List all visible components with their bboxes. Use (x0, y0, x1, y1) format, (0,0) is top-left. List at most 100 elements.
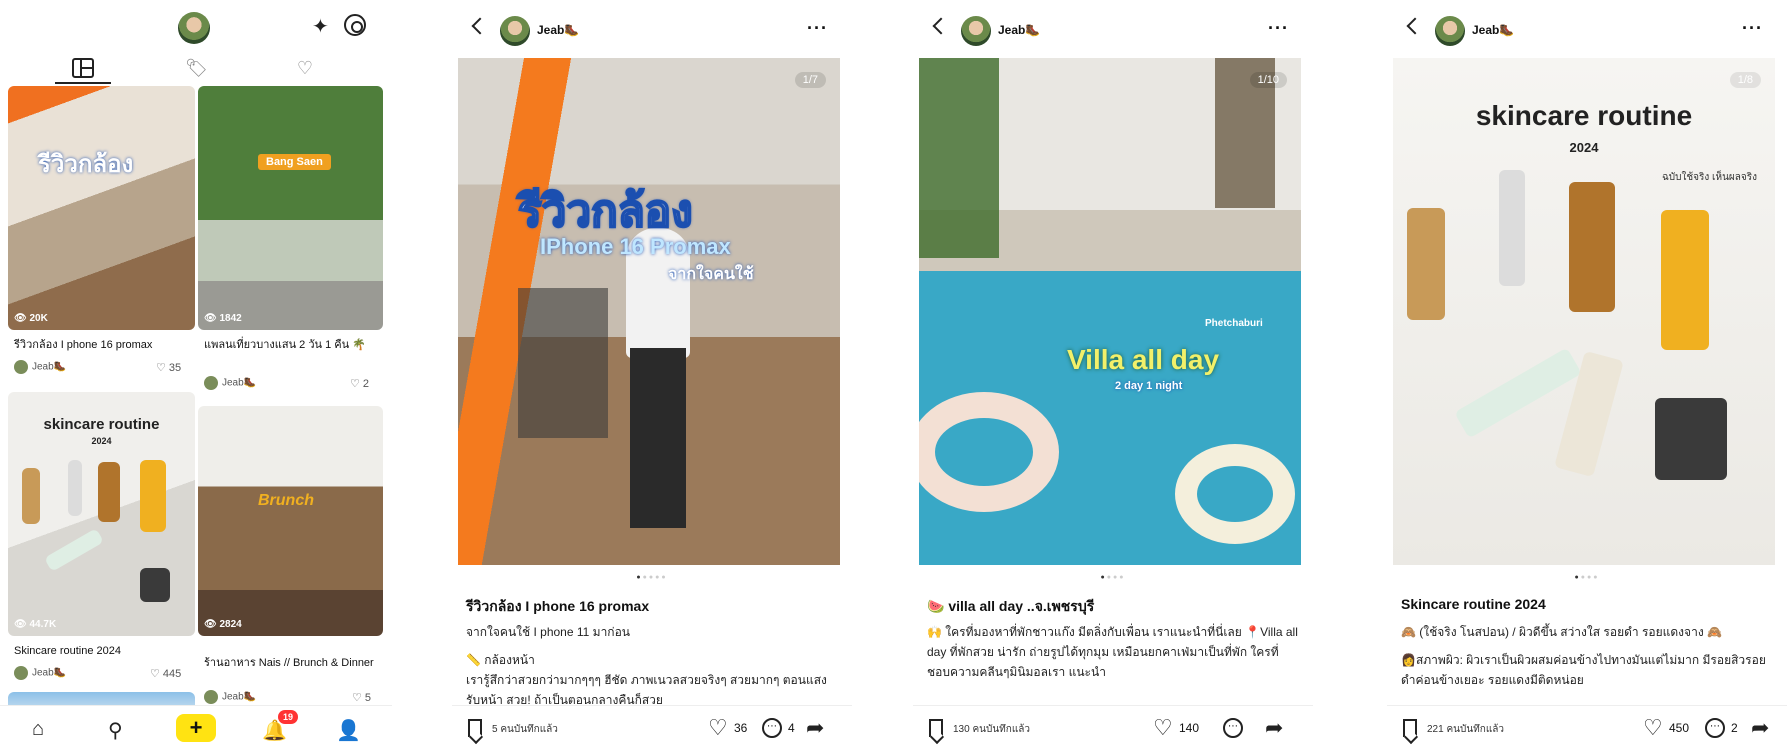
add-post-button[interactable]: + (176, 714, 216, 742)
card-likes[interactable]: ♡ 2 (350, 377, 369, 390)
post-card-image[interactable]: รีวิวกล้อง 👁 20K (8, 86, 195, 330)
card-author[interactable]: Jeab🥾 (204, 690, 256, 704)
more-options-icon[interactable]: ··· (1742, 18, 1763, 39)
bottom-nav: ⌂ ⚲ + 🔔 19 👤 (0, 705, 392, 751)
post-paragraph: 🙌 ใครที่มองหาที่พักชาวแก๊ง มีตลิ่งกับเพื… (927, 625, 1298, 679)
post-card-image[interactable]: skincare routine 2024 👁 44.7K (8, 392, 195, 636)
like-count: 450 (1669, 721, 1690, 735)
profile-icon[interactable]: 👤 (336, 718, 361, 743)
card-likes[interactable]: ♡ 445 (150, 667, 181, 680)
back-icon[interactable] (1406, 17, 1424, 35)
settings-icon[interactable] (344, 14, 366, 36)
bookmark-icon[interactable] (1403, 719, 1417, 737)
avatar[interactable] (500, 16, 530, 46)
product-image (1454, 347, 1582, 439)
bookmark-icon[interactable] (929, 719, 943, 737)
view-count: 👁 20K (14, 313, 48, 324)
search-icon[interactable]: ⚲ (108, 718, 123, 743)
product-image (140, 460, 166, 532)
product-image (44, 528, 104, 572)
carousel-dots: ●●●● (1100, 574, 1126, 581)
post-header: Jeab🥾 ··· (913, 0, 1313, 58)
avatar[interactable] (961, 16, 991, 46)
sparkle-icon[interactable]: ✦ (312, 14, 329, 39)
card-likes[interactable]: ♡ 35 (156, 361, 181, 374)
product-image (1569, 182, 1615, 312)
post-card-image[interactable]: Brunch 👁 2824 (198, 406, 383, 636)
camera-review-photo (458, 58, 840, 565)
post-username[interactable]: Jeab🥾 (537, 23, 579, 37)
post-card-image[interactable]: Bang Saen 👁 1842 (198, 86, 383, 330)
skincare-photo (1393, 58, 1775, 565)
avatar[interactable] (1435, 16, 1465, 46)
grid-icon[interactable] (72, 58, 94, 78)
heart-icon[interactable]: ♡ (708, 715, 728, 741)
post-username[interactable]: Jeab🥾 (1472, 23, 1514, 37)
avatar (204, 690, 218, 704)
share-icon[interactable]: ➦ (1751, 715, 1769, 741)
post-overlay-sub2: จากใจคนใช้ (668, 266, 754, 283)
share-icon[interactable]: ➦ (1265, 715, 1283, 741)
post-detail-screen: Jeab🥾 ··· รีวิวกล้อง IPhone 16 Promax จา… (452, 0, 852, 751)
back-icon[interactable] (932, 17, 950, 35)
card-title[interactable]: Skincare routine 2024 (14, 644, 184, 659)
more-options-icon[interactable]: ··· (807, 18, 828, 39)
comment-icon[interactable]: ⋯ (762, 718, 782, 738)
post-body: 🙌 ใครที่มองหาที่พักชาวแก๊ง มีตลิ่งกับเพื… (927, 622, 1299, 690)
avatar (204, 376, 218, 390)
post-title: Skincare routine 2024 (1401, 596, 1546, 612)
post-overlay-note: ฉบับใช้จริง เห็นผลจริง (1661, 172, 1757, 183)
post-detail-screen: Jeab🥾 ··· skincare routine 2024 ฉบับใช้จ… (1387, 0, 1787, 751)
save-count: 130 คนบันทึกแล้ว (953, 724, 1031, 735)
post-image[interactable]: Villa all day 2 day 1 night Phetchaburi … (919, 58, 1301, 565)
post-overlay-tag: Phetchaburi (1205, 318, 1263, 329)
post-overlay-sub: 2 day 1 night (1115, 380, 1183, 392)
post-paragraph: 👩สภาพผิว: ผิวเราเป็นผิวผสมค่อนข้างไปทางม… (1401, 653, 1766, 687)
bookmark-icon[interactable] (468, 719, 482, 737)
carousel-dots: ●●●●● (636, 574, 668, 581)
more-options-icon[interactable]: ··· (1268, 18, 1289, 39)
bookmark-icon[interactable]: 🏷 (185, 58, 208, 78)
heart-icon[interactable]: ♡ (1153, 715, 1173, 741)
active-tab-indicator (55, 82, 111, 84)
clothes-rack (518, 288, 608, 438)
save-count: 221 คนบันทึกแล้ว (1427, 724, 1505, 735)
card-overlay-text: Bang Saen (258, 154, 331, 170)
comment-icon[interactable]: ⋯ (1705, 718, 1725, 738)
home-icon[interactable]: ⌂ (32, 718, 44, 741)
product-image (98, 462, 120, 522)
heart-icon[interactable]: ♡ (294, 58, 316, 78)
comment-icon[interactable]: ⋯ (1223, 718, 1243, 738)
product-image (1407, 208, 1445, 320)
post-overlay-sub: 2024 (1569, 140, 1599, 155)
post-paragraph: 🙈 (ใช้จริง โนสปอน) / ผิวดีขึ้น สว่างใส ร… (1401, 625, 1722, 639)
comment-count: 2 (1731, 721, 1738, 735)
card-author[interactable]: Jeab🥾 (14, 666, 66, 680)
product-image (1661, 210, 1709, 350)
post-overlay-title: skincare routine (1475, 100, 1693, 131)
profile-tabs: 🏷 ♡ (0, 54, 392, 84)
card-title[interactable]: รีวิวกล้อง I phone 16 promax (14, 338, 184, 353)
product-image (1499, 170, 1525, 286)
card-overlay-text: รีวิวกล้อง (38, 151, 134, 178)
post-body: จากใจคนใช้ I phone 11 มาก่อน 📏 กล้องหน้า… (466, 622, 838, 718)
product-image (140, 568, 170, 602)
save-count: 5 คนบันทึกแล้ว (492, 724, 558, 735)
product-image (22, 468, 40, 524)
share-icon[interactable]: ➦ (806, 715, 824, 741)
post-username[interactable]: Jeab🥾 (998, 23, 1040, 37)
heart-icon[interactable]: ♡ (1643, 715, 1663, 741)
post-title: 🍉 villa all day ..จ.เพชรบุรี (927, 598, 1095, 614)
view-count: 👁 1842 (204, 313, 242, 324)
back-icon[interactable] (471, 17, 489, 35)
card-title[interactable]: แพลนเที่ยวบางแสน 2 วัน 1 คืน 🌴 (204, 338, 374, 353)
card-title[interactable]: ร้านอาหาร Nais // Brunch & Dinner (204, 656, 374, 671)
person-figure (630, 348, 686, 528)
post-image[interactable]: skincare routine 2024 ฉบับใช้จริง เห็นผล… (1393, 58, 1775, 565)
card-author[interactable]: Jeab🥾 (14, 360, 66, 374)
card-likes[interactable]: ♡ 5 (352, 691, 371, 704)
post-image[interactable]: รีวิวกล้อง IPhone 16 Promax จากใจคนใช้ 1… (458, 58, 840, 565)
avatar (14, 360, 28, 374)
profile-avatar[interactable] (178, 12, 210, 44)
card-author[interactable]: Jeab🥾 (204, 376, 256, 390)
